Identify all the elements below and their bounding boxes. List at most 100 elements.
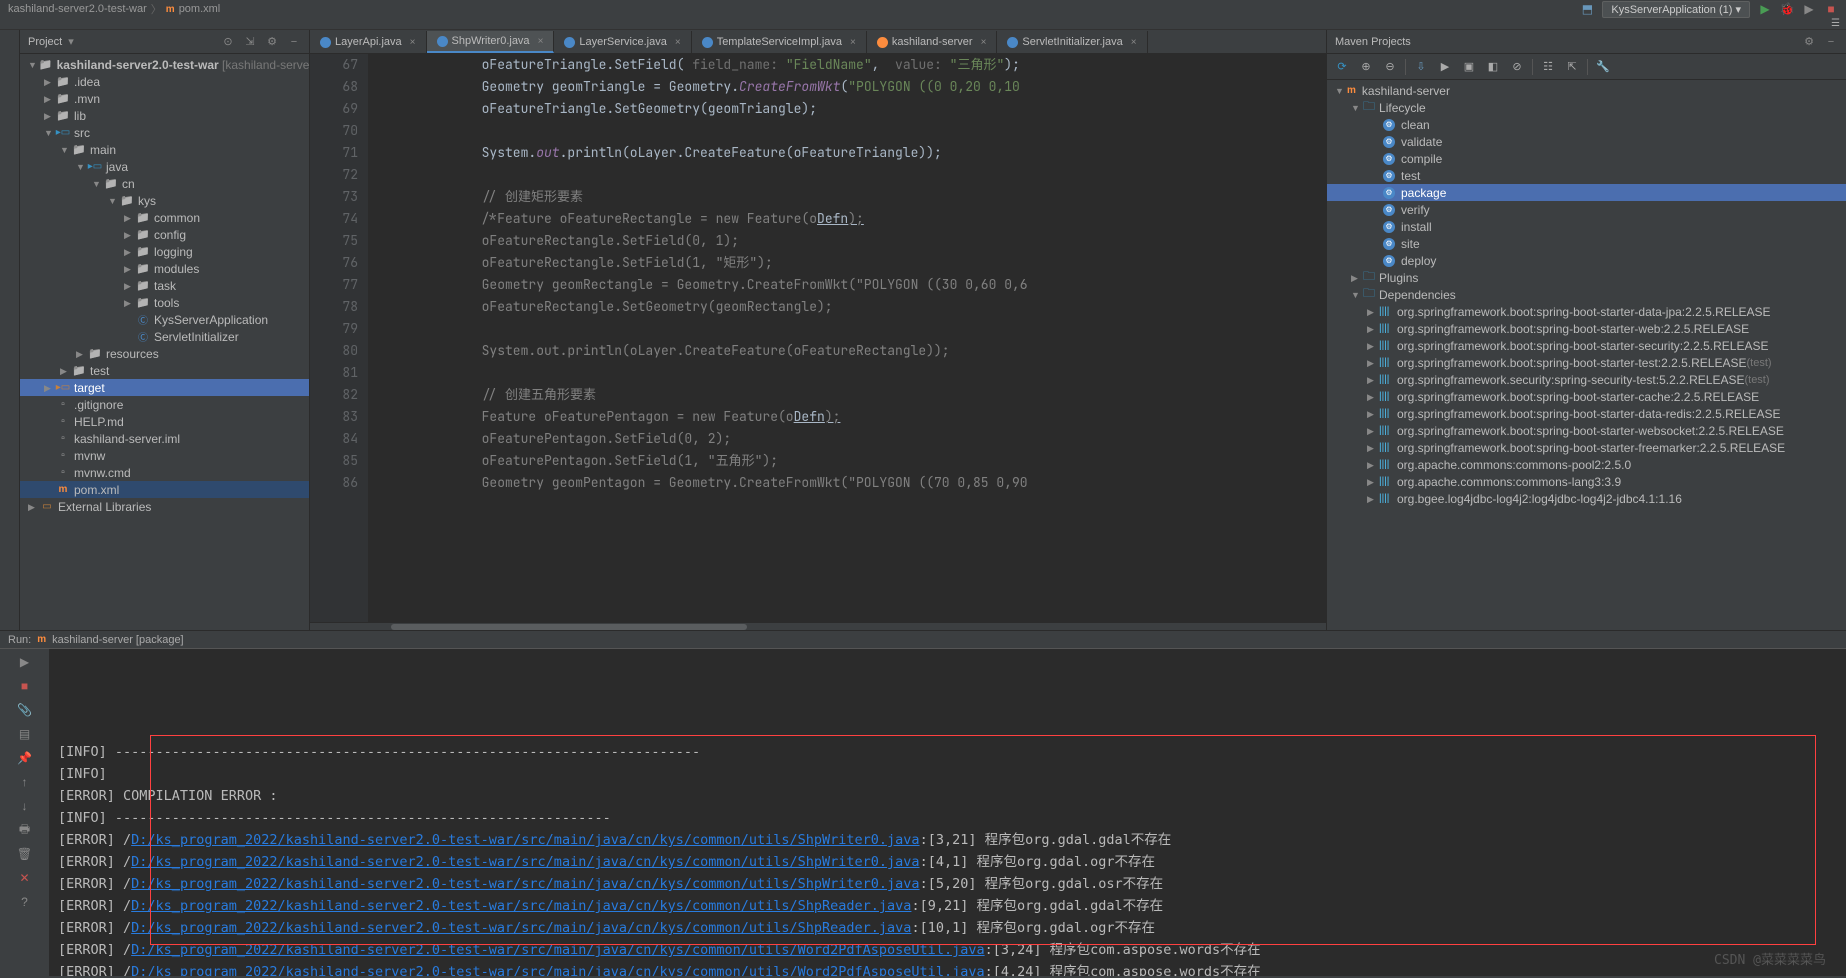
editor-tab[interactable]: LayerService.java× bbox=[554, 31, 691, 53]
dependency-item[interactable]: ▶||||org.springframework.boot:spring-boo… bbox=[1327, 405, 1846, 422]
up-icon[interactable]: ↑ bbox=[16, 773, 34, 791]
down-icon[interactable]: ↓ bbox=[16, 797, 34, 815]
close-icon[interactable]: × bbox=[981, 37, 987, 48]
run-config-dropdown[interactable]: KysServerApplication (1) ▾ bbox=[1602, 1, 1750, 18]
close-button[interactable]: ✕ bbox=[16, 869, 34, 887]
tree-item[interactable]: ▶.idea bbox=[20, 73, 309, 90]
tree-item[interactable]: ▫mvnw bbox=[20, 447, 309, 464]
tree-item[interactable]: ▶logging bbox=[20, 243, 309, 260]
tree-item[interactable]: ▶common bbox=[20, 209, 309, 226]
tree-item[interactable]: ▶test bbox=[20, 362, 309, 379]
skip-tests-icon[interactable]: ⊘ bbox=[1508, 58, 1526, 76]
tree-item[interactable]: ⒸServletInitializer bbox=[20, 328, 309, 345]
code-editor[interactable]: 6768697071727374757677787980818283848586… bbox=[310, 54, 1326, 622]
tree-root[interactable]: ▼ kashiland-server2.0-test-war [kashilan… bbox=[20, 56, 309, 73]
project-panel-title[interactable]: Project bbox=[28, 36, 62, 48]
tree-item[interactable]: mpom.xml bbox=[20, 481, 309, 498]
tree-item[interactable]: ▶modules bbox=[20, 260, 309, 277]
run-config-name[interactable]: kashiland-server [package] bbox=[52, 634, 183, 646]
dependency-item[interactable]: ▶||||org.springframework.security:spring… bbox=[1327, 371, 1846, 388]
collapse-all-icon[interactable]: ⇱ bbox=[1563, 58, 1581, 76]
tree-item[interactable]: ▫.gitignore bbox=[20, 396, 309, 413]
lifecycle-goal[interactable]: ⚙clean bbox=[1327, 116, 1846, 133]
console-output[interactable]: CSDN @菜菜菜菜鸟 [INFO] ---------------------… bbox=[50, 649, 1846, 976]
execute-goal-icon[interactable]: ▣ bbox=[1460, 58, 1478, 76]
editor-tab[interactable]: ShpWriter0.java× bbox=[427, 31, 555, 53]
tree-item[interactable]: ▫kashiland-server.iml bbox=[20, 430, 309, 447]
dependency-item[interactable]: ▶||||org.springframework.boot:spring-boo… bbox=[1327, 320, 1846, 337]
toggle-offline-icon[interactable]: ◧ bbox=[1484, 58, 1502, 76]
rerun-button[interactable]: ▶ bbox=[16, 653, 34, 671]
tree-item[interactable]: ▫mvnw.cmd bbox=[20, 464, 309, 481]
coverage-button[interactable]: ▶ bbox=[1802, 2, 1816, 16]
external-libraries[interactable]: ▶▭ External Libraries bbox=[20, 498, 309, 515]
editor-tab[interactable]: TemplateServiceImpl.java× bbox=[692, 31, 867, 53]
editor-tab[interactable]: LayerApi.java× bbox=[310, 31, 427, 53]
generate-sources-icon[interactable]: ⊕ bbox=[1357, 58, 1375, 76]
download-icon[interactable]: ⇩ bbox=[1412, 58, 1430, 76]
debug-button[interactable]: 🐞 bbox=[1780, 2, 1794, 16]
close-icon[interactable]: × bbox=[850, 37, 856, 48]
collapse-icon[interactable]: ⇲ bbox=[243, 35, 257, 49]
lifecycle-goal[interactable]: ⚙deploy bbox=[1327, 252, 1846, 269]
lifecycle-goal[interactable]: ⚙validate bbox=[1327, 133, 1846, 150]
tree-item[interactable]: ▶.mvn bbox=[20, 90, 309, 107]
project-tree[interactable]: ▼ kashiland-server2.0-test-war [kashilan… bbox=[20, 54, 309, 630]
close-icon[interactable]: × bbox=[538, 36, 544, 47]
lifecycle-goal[interactable]: ⚙verify bbox=[1327, 201, 1846, 218]
tree-item[interactable]: ▶lib bbox=[20, 107, 309, 124]
print-icon[interactable]: 🖶 bbox=[16, 821, 34, 839]
tree-item[interactable]: ▶resources bbox=[20, 345, 309, 362]
editor-tab[interactable]: kashiland-server× bbox=[867, 31, 998, 53]
hide-icon[interactable]: − bbox=[287, 35, 301, 49]
tree-item[interactable]: ▶tools bbox=[20, 294, 309, 311]
dependency-item[interactable]: ▶||||org.springframework.boot:spring-boo… bbox=[1327, 354, 1846, 371]
debug-config-icon[interactable]: ⬒ bbox=[1580, 2, 1594, 16]
lifecycle-goal[interactable]: ⚙test bbox=[1327, 167, 1846, 184]
tree-item[interactable]: ▶config bbox=[20, 226, 309, 243]
tree-item[interactable]: ▶task bbox=[20, 277, 309, 294]
dependency-item[interactable]: ▶||||org.bgee.log4jdbc-log4j2:log4jdbc-l… bbox=[1327, 490, 1846, 507]
close-icon[interactable]: × bbox=[1131, 37, 1137, 48]
lifecycle-goal[interactable]: ⚙install bbox=[1327, 218, 1846, 235]
dependency-item[interactable]: ▶||||org.springframework.boot:spring-boo… bbox=[1327, 303, 1846, 320]
dependency-item[interactable]: ▶||||org.springframework.boot:spring-boo… bbox=[1327, 439, 1846, 456]
tree-item[interactable]: ▼kys bbox=[20, 192, 309, 209]
dependency-item[interactable]: ▶||||org.springframework.boot:spring-boo… bbox=[1327, 388, 1846, 405]
breadcrumb-project[interactable]: kashiland-server2.0-test-war bbox=[8, 3, 147, 15]
settings-icon[interactable]: 🔧 bbox=[1594, 58, 1612, 76]
breadcrumb-file[interactable]: pom.xml bbox=[179, 3, 221, 15]
horizontal-scrollbar[interactable] bbox=[310, 622, 1326, 630]
dependency-item[interactable]: ▶||||org.springframework.boot:spring-boo… bbox=[1327, 337, 1846, 354]
maven-root[interactable]: ▼m kashiland-server bbox=[1327, 82, 1846, 99]
dependency-item[interactable]: ▶||||org.apache.commons:commons-pool2:2.… bbox=[1327, 456, 1846, 473]
left-tool-strip[interactable] bbox=[0, 30, 20, 630]
dependency-item[interactable]: ▶||||org.springframework.boot:spring-boo… bbox=[1327, 422, 1846, 439]
lifecycle-goal[interactable]: ⚙site bbox=[1327, 235, 1846, 252]
tree-item[interactable]: ▫HELP.md bbox=[20, 413, 309, 430]
pin-icon[interactable]: 📌 bbox=[16, 749, 34, 767]
close-icon[interactable]: × bbox=[675, 37, 681, 48]
lifecycle-goal[interactable]: ⚙package bbox=[1327, 184, 1846, 201]
gear-icon[interactable]: ⚙ bbox=[265, 35, 279, 49]
tree-item[interactable]: ▼▸▭java bbox=[20, 158, 309, 175]
tree-item[interactable]: ▼cn bbox=[20, 175, 309, 192]
tree-item[interactable]: ▼main bbox=[20, 141, 309, 158]
help-icon[interactable]: ? bbox=[16, 893, 34, 911]
lifecycle-node[interactable]: ▼🗀 Lifecycle bbox=[1327, 99, 1846, 116]
close-icon[interactable]: × bbox=[410, 37, 416, 48]
tree-item[interactable]: ▶▸▭target bbox=[20, 379, 309, 396]
dependency-item[interactable]: ▶||||org.apache.commons:commons-lang3:3.… bbox=[1327, 473, 1846, 490]
hide-icon[interactable]: − bbox=[1824, 35, 1838, 49]
remove-icon[interactable]: ⊖ bbox=[1381, 58, 1399, 76]
maven-tree[interactable]: ▼m kashiland-server ▼🗀 Lifecycle ⚙clean⚙… bbox=[1327, 80, 1846, 630]
maven-run-button[interactable]: ▶ bbox=[1436, 58, 1454, 76]
run-button[interactable]: ▶ bbox=[1758, 2, 1772, 16]
layout-icon[interactable]: ▤ bbox=[16, 725, 34, 743]
locate-icon[interactable]: ⊙ bbox=[221, 35, 235, 49]
plugins-node[interactable]: ▶🗀 Plugins bbox=[1327, 269, 1846, 286]
tree-item[interactable]: ⒸKysServerApplication bbox=[20, 311, 309, 328]
stop-button[interactable]: ■ bbox=[16, 677, 34, 695]
menu-icon[interactable]: ☰ bbox=[1831, 18, 1840, 29]
show-deps-icon[interactable]: ☷ bbox=[1539, 58, 1557, 76]
